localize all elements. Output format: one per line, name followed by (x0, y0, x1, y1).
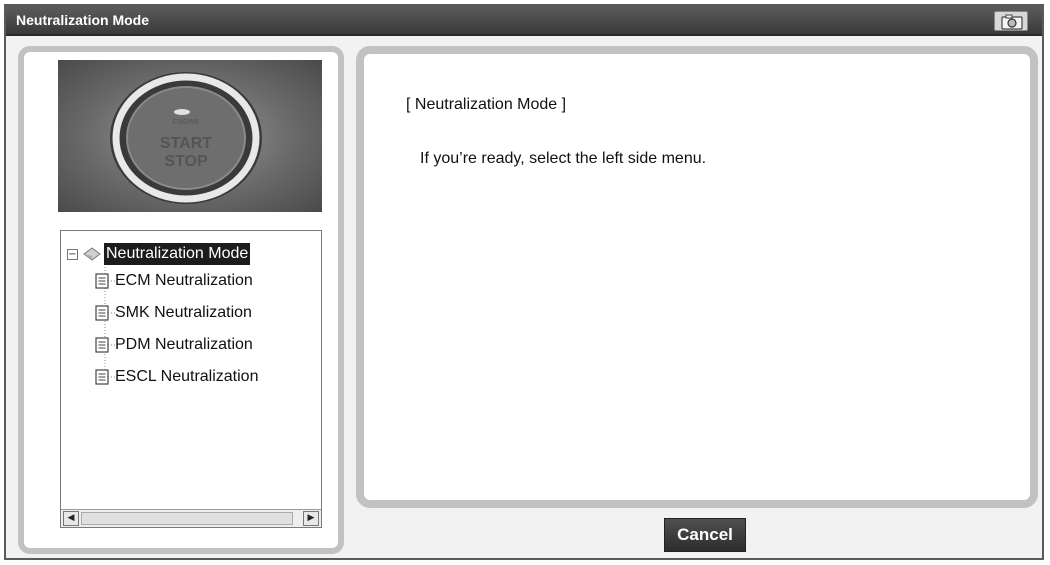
menu-tree: − Neutralization Mode ECM Neutralization (60, 230, 322, 528)
tree-root[interactable]: − Neutralization Mode (67, 241, 251, 267)
tree-root-label: Neutralization Mode (104, 243, 251, 265)
scroll-thumb[interactable] (81, 512, 293, 525)
left-panel: ENGINE START STOP − Neutralization Mode (18, 46, 344, 554)
tree-item-label: ESCL Neutralization (115, 368, 259, 385)
tree-item-label: SMK Neutralization (115, 304, 252, 321)
tree-item-ecm[interactable]: ECM Neutralization (95, 269, 253, 293)
content-heading: [ Neutralization Mode ] (406, 96, 567, 113)
tree-item-escl[interactable]: ESCL Neutralization (95, 365, 258, 389)
scroll-right-icon[interactable]: ▶ (303, 511, 319, 526)
content-message: If you’re ready, select the left side me… (420, 150, 707, 167)
camera-icon[interactable] (994, 11, 1028, 31)
start-text: START (160, 135, 212, 152)
tree-item-smk[interactable]: SMK Neutralization (95, 301, 252, 325)
horizontal-scrollbar[interactable]: ◀ ▶ (61, 509, 321, 527)
tree-item-pdm[interactable]: PDM Neutralization (95, 333, 253, 357)
document-icon (95, 369, 109, 385)
scroll-left-icon[interactable]: ◀ (63, 511, 79, 526)
cancel-button[interactable]: Cancel (664, 518, 746, 552)
document-icon (95, 305, 109, 321)
document-icon (95, 273, 109, 289)
document-icon (95, 337, 109, 353)
title-bar: Neutralization Mode (6, 6, 1042, 36)
content-panel: [ Neutralization Mode ] If you’re ready,… (356, 46, 1038, 508)
tree-item-label: PDM Neutralization (115, 336, 253, 353)
tree-item-label: ECM Neutralization (115, 272, 253, 289)
stop-text: STOP (164, 153, 208, 170)
collapse-icon[interactable]: − (67, 248, 78, 260)
folder-gem-icon (83, 247, 101, 261)
neutralization-window: Neutralization Mode ENGINE START STOP − … (4, 4, 1044, 560)
start-stop-image: ENGINE START STOP (58, 60, 322, 212)
window-title: Neutralization Mode (16, 12, 150, 28)
svg-text:ENGINE: ENGINE (173, 118, 200, 126)
